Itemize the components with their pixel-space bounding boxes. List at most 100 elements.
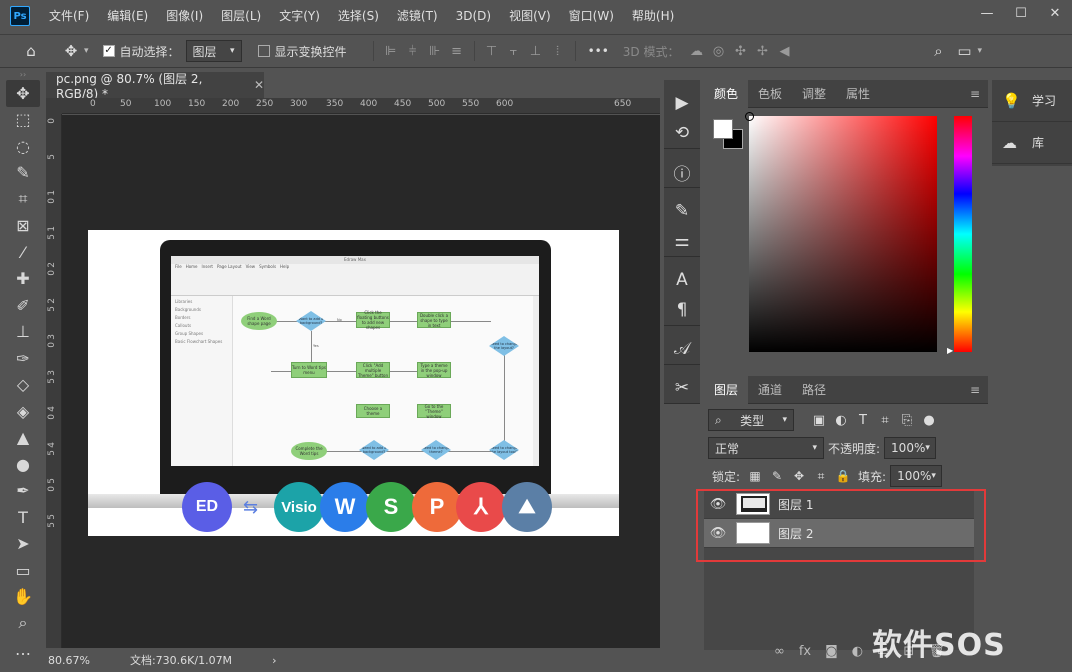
menu-3d[interactable]: 3D(D) [447,0,500,32]
color-picker-cursor[interactable] [745,112,754,121]
filter-toggle-icon[interactable]: ● [918,409,940,431]
tools-presets-icon[interactable]: ✂ [664,373,700,403]
scale-3d-icon[interactable]: ◀ [774,40,796,62]
clone-stamp-tool-icon[interactable]: ⊥ [6,319,40,346]
filter-type-icon[interactable]: T [852,409,874,431]
path-select-tool-icon[interactable]: ➤ [6,531,40,558]
type-tool-icon[interactable]: T [6,504,40,531]
filter-smart-object-icon[interactable]: ⎘ [896,409,918,431]
filter-adjustment-icon[interactable]: ◐ [830,409,852,431]
marquee-tool-icon[interactable]: ⬚ [6,107,40,134]
ruler-origin[interactable] [46,98,62,114]
document-tab[interactable]: pc.png @ 80.7% (图层 2, RGB/8) * ✕ [46,72,264,101]
adjustments-sliders-icon[interactable]: ⚌ [664,226,700,256]
history-icon[interactable]: ⟲ [664,118,700,148]
character-icon[interactable]: A [664,265,700,295]
color-picker-field[interactable] [749,116,937,352]
quick-select-tool-icon[interactable]: ✎ [6,160,40,187]
auto-select-checkbox[interactable]: ✓ [102,45,115,57]
close-button[interactable]: ✕ [1038,0,1072,26]
tab-adjustments[interactable]: 调整 [792,80,836,108]
rectangle-tool-icon[interactable]: ▭ [6,557,40,584]
dodge-tool-icon[interactable]: ● [6,451,40,478]
show-transform-checkbox[interactable] [257,45,270,57]
maximize-button[interactable]: ☐ [1004,0,1038,26]
lock-all-icon[interactable]: 🔒 [832,469,854,483]
more-tools-icon[interactable]: … [6,637,40,664]
distribute-horizontal-icon[interactable]: ⦙ [547,40,569,62]
menu-window[interactable]: 窗口(W) [560,0,623,32]
lasso-tool-icon[interactable]: ◌ [6,133,40,160]
align-vcenter-icon[interactable]: ⫟ [503,40,525,62]
menu-select[interactable]: 选择(S) [329,0,388,32]
tab-color[interactable]: 颜色 [704,79,749,108]
paragraph-icon[interactable]: ¶ [664,295,700,325]
history-brush-tool-icon[interactable]: ✑ [6,345,40,372]
glyphs-icon[interactable]: 𝒜 [664,334,700,364]
align-left-icon[interactable]: ⊫ [380,40,402,62]
filter-shape-icon[interactable]: ⌗ [874,409,896,431]
menu-image[interactable]: 图像(I) [157,0,212,32]
panel-menu-icon[interactable]: ≡ [970,87,980,101]
brush-settings-icon[interactable]: ✎ [664,196,700,226]
workspace-icon[interactable]: ▭ [952,38,978,64]
zoom-level[interactable]: 80.67% [48,654,90,667]
pan-3d-icon[interactable]: ✣ [730,40,752,62]
lock-position-icon[interactable]: ✥ [788,469,810,483]
link-layers-icon[interactable]: ∞ [774,644,785,659]
panel-menu-icon[interactable]: ≡ [970,383,980,397]
lock-artboard-icon[interactable]: ⌗ [810,469,832,484]
tab-channels[interactable]: 通道 [748,376,792,404]
tool-preset-chevron-icon[interactable]: ▾ [84,46,89,56]
align-hcenter-icon[interactable]: ⫩ [402,40,424,62]
auto-select-target-dropdown[interactable]: 图层 ▾ [185,40,242,62]
layer-style-icon[interactable]: fx [799,644,811,659]
frame-tool-icon[interactable]: ⊠ [6,213,40,240]
opacity-input[interactable]: 100% ▾ [884,437,937,459]
menu-file[interactable]: 文件(F) [40,0,98,32]
menu-help[interactable]: 帮助(H) [623,0,683,32]
photoshop-logo[interactable]: Ps [10,6,30,26]
move-tool-icon[interactable]: ✥ [6,80,40,107]
healing-brush-tool-icon[interactable]: ✚ [6,266,40,293]
status-menu-arrow[interactable]: › [272,654,276,667]
info-icon[interactable]: ⓘ [664,157,700,187]
foreground-color-swatch[interactable] [713,119,733,139]
paint-bucket-tool-icon[interactable]: ◈ [6,398,40,425]
brush-tool-icon[interactable]: ✐ [6,292,40,319]
horizontal-ruler[interactable]: 0 50 100 150 200 250 300 350 400 450 500… [62,98,660,114]
crop-tool-icon[interactable]: ⌗ [6,186,40,213]
close-icon[interactable]: ✕ [254,78,264,92]
adjustment-layer-icon[interactable]: ◐ [852,644,863,659]
fill-input[interactable]: 100% ▾ [890,465,943,487]
menu-filter[interactable]: 滤镜(T) [388,0,447,32]
learn-panel-button[interactable]: 💡 学习 [992,80,1072,122]
filter-pixel-icon[interactable]: ▣ [808,409,830,431]
slide-3d-icon[interactable]: ✢ [752,40,774,62]
move-tool-icon[interactable]: ✥ [58,38,84,64]
menu-type[interactable]: 文字(Y) [270,0,329,32]
menu-layer[interactable]: 图层(L) [212,0,270,32]
align-right-icon[interactable]: ⊪ [424,40,446,62]
lock-transparent-icon[interactable]: ▦ [744,469,766,483]
distribute-vertical-icon[interactable]: ≡ [446,40,468,62]
tab-properties[interactable]: 属性 [836,80,880,108]
actions-play-icon[interactable]: ▶ [664,88,700,118]
home-icon[interactable]: ⌂ [18,38,44,64]
hue-marker-icon[interactable]: ▶ [947,346,953,355]
tab-paths[interactable]: 路径 [792,376,836,404]
canvas-area[interactable]: Edraw Max File Home Insert Page Layout V… [62,115,660,648]
vertical-ruler[interactable]: 0 5 1 0 1 5 2 0 2 5 3 0 3 5 4 0 4 5 5 0 … [46,114,62,648]
zoom-tool-icon[interactable]: ⌕ [6,610,40,637]
menu-view[interactable]: 视图(V) [500,0,560,32]
document-canvas[interactable]: Edraw Max File Home Insert Page Layout V… [88,230,619,536]
align-top-icon[interactable]: ⊤ [481,40,503,62]
roll-3d-icon[interactable]: ◎ [708,40,730,62]
tab-swatches[interactable]: 色板 [748,80,792,108]
lock-image-icon[interactable]: ✎ [766,469,788,483]
hue-slider[interactable] [954,116,972,352]
panel-grip[interactable]: ›› [4,70,42,80]
hand-tool-icon[interactable]: ✋ [6,584,40,611]
eraser-tool-icon[interactable]: ◇ [6,372,40,399]
blend-mode-dropdown[interactable]: 正常 ▾ [708,437,824,459]
